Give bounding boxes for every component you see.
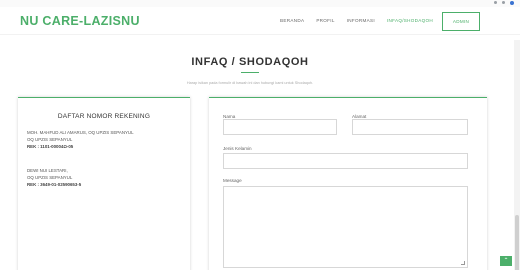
nav-item-informasi[interactable]: INFORMASI — [347, 18, 375, 23]
chevron-up-icon[interactable]: ⌃ — [500, 256, 512, 266]
resize-grip-icon[interactable] — [461, 261, 465, 265]
message-textarea[interactable] — [223, 186, 468, 268]
account-bank: OQ UPZIS SEPANYUL — [27, 137, 73, 142]
account-number: REK : 3649-01-02590653-5 — [27, 182, 82, 187]
accounts-title: DAFTAR NOMOR REKENING — [57, 113, 151, 120]
nav-item-beranda[interactable]: BERANDA — [280, 18, 304, 23]
account-bank: OQ UPZIS SEPANYUL — [27, 175, 73, 180]
browser-top-strip — [0, 0, 520, 7]
window-controls — [494, 0, 514, 5]
jenis-kelamin-input[interactable] — [223, 153, 468, 169]
nama-input[interactable] — [223, 119, 337, 135]
window-status-icon — [510, 1, 514, 5]
donation-form: Nama Alamat Jenis Kelamin Message — [209, 97, 487, 270]
window-maximize-icon[interactable] — [502, 1, 505, 4]
page-scrollbar[interactable] — [514, 40, 520, 270]
window-minimize-icon[interactable] — [494, 1, 497, 4]
accounts-card: DAFTAR NOMOR REKENING MOH. MAHFUD ALI AM… — [18, 97, 190, 270]
jenis-kelamin-label: Jenis Kelamin — [223, 146, 252, 151]
nav-item-profil[interactable]: PROFIL — [316, 18, 334, 23]
account-entry: DEWI NUI LESTARI, OQ UPZIS SEPANYUL REK … — [27, 167, 81, 188]
page-title: INFAQ / SHODAQOH — [191, 56, 309, 68]
message-label: Message — [223, 178, 242, 183]
alamat-input[interactable] — [352, 119, 468, 135]
header-divider — [0, 34, 520, 35]
admin-button[interactable]: ADMIN — [442, 12, 480, 31]
main-nav: BERANDA PROFIL INFORMASI INFAQ/SHODAQOH … — [280, 12, 480, 31]
nav-item-infaq[interactable]: INFAQ/SHODAQOH — [387, 18, 433, 23]
page-subtitle: Harap isikan pada formulir di bawah ini … — [186, 81, 314, 85]
account-number: REK : 1101-00004Ω-05 — [27, 144, 74, 149]
account-holder-name: MOH. MAHFUD ALI AMARUS, OQ UPZIS SEPANYU… — [27, 130, 134, 135]
account-entry: MOH. MAHFUD ALI AMARUS, OQ UPZIS SEPANYU… — [27, 129, 134, 150]
account-holder-name: DEWI NUI LESTARI, — [27, 168, 68, 173]
title-underline — [241, 72, 259, 73]
scrollbar-thumb[interactable] — [515, 215, 519, 270]
brand-logo-text[interactable]: NU CARE-LAZISNU — [20, 14, 140, 28]
